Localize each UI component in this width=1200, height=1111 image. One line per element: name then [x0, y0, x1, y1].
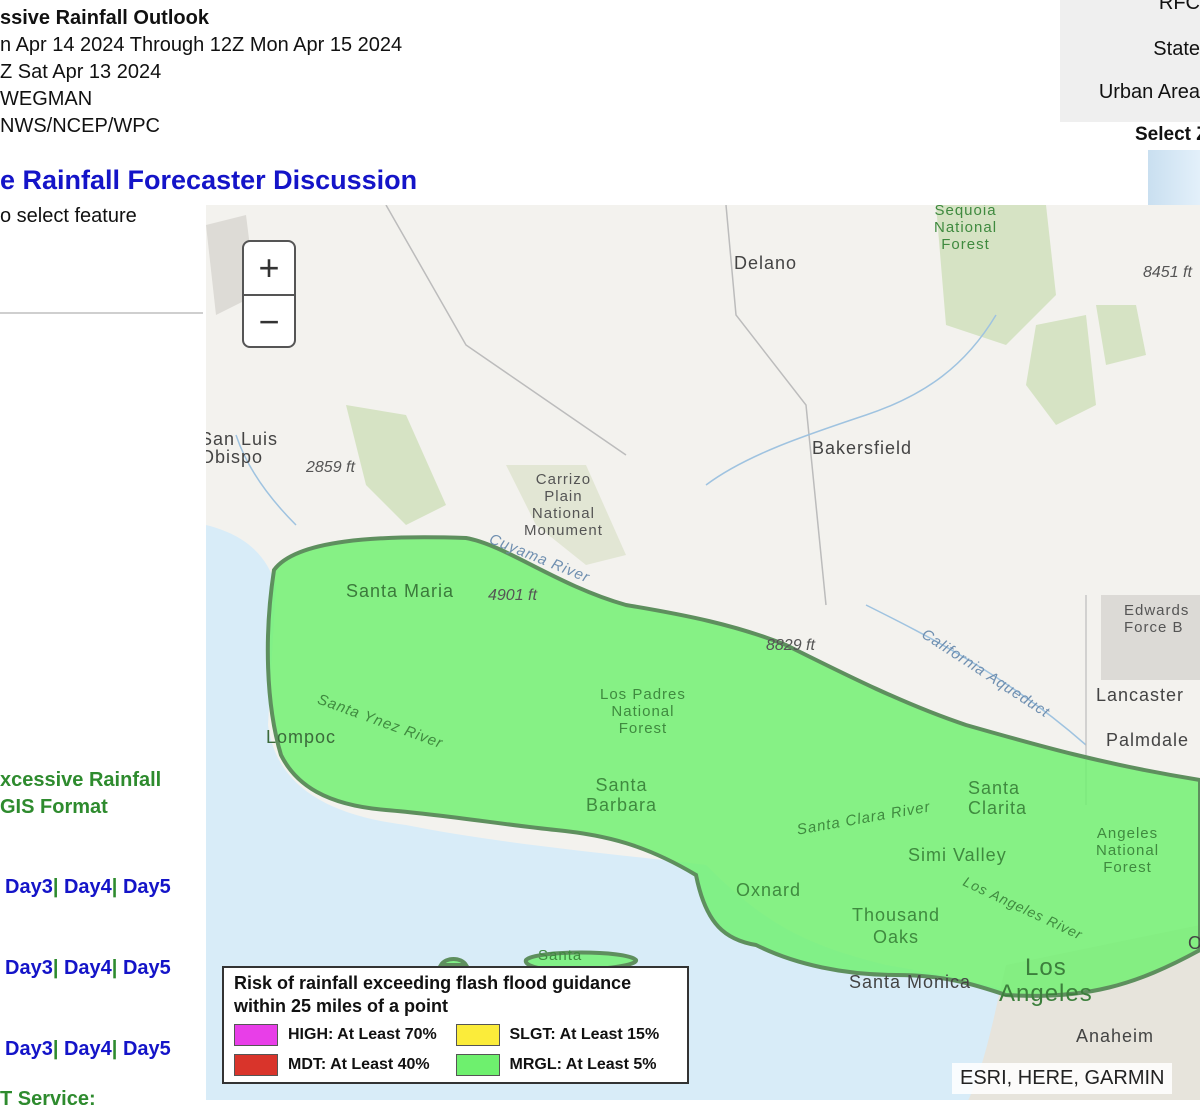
forest-patch: [1026, 315, 1096, 425]
day5-link[interactable]: Day5: [123, 876, 171, 898]
layer-option-urban-area[interactable]: Urban Area: [1099, 81, 1200, 104]
select-feature-hint: o select feature: [0, 205, 137, 227]
gis-day-row: Day3| Day4| Day5: [5, 1038, 171, 1061]
legend-swatch-mdt: [234, 1054, 278, 1076]
map-label-oxnard: Oxnard: [736, 880, 802, 900]
legend-title: Risk of rainfall exceeding flash flood g…: [234, 973, 632, 1016]
map-label-angeles-nf: Angeles National Forest: [1096, 825, 1160, 876]
forest-patch: [346, 405, 446, 525]
separator: |: [111, 957, 118, 979]
gis-section-title: xcessive Rainfall GIS Format: [0, 767, 161, 821]
map-label-los-angeles: Los Angeles: [999, 954, 1093, 1007]
map-label-san-luis-obispo: San Luis Obispo: [206, 429, 279, 467]
map-label-thousand-oaks: Thousand Oaks: [852, 905, 941, 947]
day3-link[interactable]: Day3: [5, 957, 53, 979]
map-label-los-padres: Los Padres National Forest: [600, 686, 686, 737]
map-label-simi-valley: Simi Valley: [908, 845, 1007, 865]
issued-time: Z Sat Apr 13 2024: [0, 61, 162, 83]
legend-item-high: HIGH: At Least 70%: [234, 1024, 456, 1046]
map-label-elev-8829: 8829 ft: [766, 637, 815, 654]
day3-link[interactable]: Day3: [5, 876, 53, 898]
map-label-elev-8451: 8451 ft: [1143, 264, 1192, 281]
map-label-carrizo-plain: Carrizo Plain National Monument: [524, 471, 603, 539]
mrgl-island: [437, 957, 470, 967]
gis-title-line1: xcessive Rainfall: [0, 769, 162, 791]
risk-legend: Risk of rainfall exceeding flash flood g…: [222, 966, 689, 1084]
gis-day-row: Day3| Day4| Day5: [5, 876, 171, 899]
map-label-elev-2859: 2859 ft: [306, 459, 355, 476]
legend-label-high: HIGH: At Least 70%: [288, 1026, 437, 1043]
gis-title-line2: GIS Format: [0, 796, 108, 818]
forest-patch: [1096, 305, 1146, 365]
legend-item-mdt: MDT: At Least 40%: [234, 1054, 456, 1076]
map-label-sequoia: Sequoia National Forest: [934, 205, 998, 253]
zoom-in-button[interactable]: +: [244, 242, 294, 296]
legend-swatch-high: [234, 1024, 278, 1046]
separator: |: [52, 1038, 59, 1060]
layers-panel: RFC State Urban Area: [1060, 0, 1200, 122]
map-label-delano: Delano: [734, 253, 798, 273]
map-label-santa-maria: Santa Maria: [346, 581, 455, 601]
issuing-office: NWS/NCEP/WPC: [0, 115, 160, 137]
map-attribution: ESRI, HERE, GARMIN: [952, 1063, 1173, 1094]
outlook-title: ssive Rainfall Outlook: [0, 7, 209, 29]
valid-period: n Apr 14 2024 Through 12Z Mon Apr 15 202…: [0, 34, 403, 56]
map-label-anaheim: Anaheim: [1076, 1026, 1155, 1046]
day5-link[interactable]: Day5: [123, 957, 171, 979]
gis-day-row: Day3| Day4| Day5: [5, 957, 171, 980]
legend-label-mrgl: MRGL: At Least 5%: [509, 1056, 657, 1073]
map-label-santa-clarita: Santa Clarita: [968, 778, 1028, 818]
map-label-edwards-afb: Edwards Force B: [1124, 602, 1190, 636]
legend-swatch-mrgl: [455, 1054, 500, 1076]
legend-label-mdt: MDT: At Least 40%: [288, 1056, 430, 1073]
forecaster-name: WEGMAN: [0, 88, 93, 110]
map-label-santa-monica: Santa Monica: [849, 972, 972, 992]
select-zone-label: Select Z: [1135, 124, 1200, 145]
day4-link[interactable]: Day4: [64, 1038, 112, 1060]
map-label-elev-4901: 4901 ft: [488, 587, 537, 604]
zoom-out-button[interactable]: −: [244, 296, 294, 348]
map-label-ontario: On: [1188, 933, 1200, 953]
zoom-control: + −: [242, 240, 296, 348]
legend-swatch-slgt: [455, 1024, 500, 1046]
layer-option-rfc[interactable]: RFC: [1159, 0, 1200, 15]
map-label-santa-island: Santa: [538, 947, 583, 964]
separator: |: [52, 957, 59, 979]
map-label-bakersfield: Bakersfield: [812, 438, 913, 458]
separator: |: [52, 876, 59, 898]
map-label-lancaster: Lancaster: [1096, 685, 1185, 705]
forecaster-discussion-link[interactable]: e Rainfall Forecaster Discussion: [0, 165, 417, 196]
layer-option-state[interactable]: State: [1153, 38, 1200, 61]
legend-item-mrgl: MRGL: At Least 5%: [455, 1054, 678, 1076]
side-panel-strip: [1148, 150, 1200, 210]
map-label-santa-barbara: Santa Barbara: [586, 775, 658, 815]
legend-label-slgt: SLGT: At Least 15%: [509, 1026, 660, 1043]
divider: [0, 312, 203, 314]
map-view[interactable]: + − Delano Sequoia National Forest 8451 …: [206, 205, 1200, 1100]
separator: |: [111, 1038, 118, 1060]
map-label-palmdale: Palmdale: [1106, 730, 1190, 750]
day4-link[interactable]: Day4: [64, 876, 112, 898]
legend-item-slgt: SLGT: At Least 15%: [455, 1024, 678, 1046]
map-label-lompoc: Lompoc: [266, 727, 337, 747]
river: [705, 314, 997, 486]
day4-link[interactable]: Day4: [64, 957, 112, 979]
day5-link[interactable]: Day5: [123, 1038, 171, 1060]
separator: |: [111, 876, 118, 898]
day3-link[interactable]: Day3: [5, 1038, 53, 1060]
road: [385, 205, 627, 456]
